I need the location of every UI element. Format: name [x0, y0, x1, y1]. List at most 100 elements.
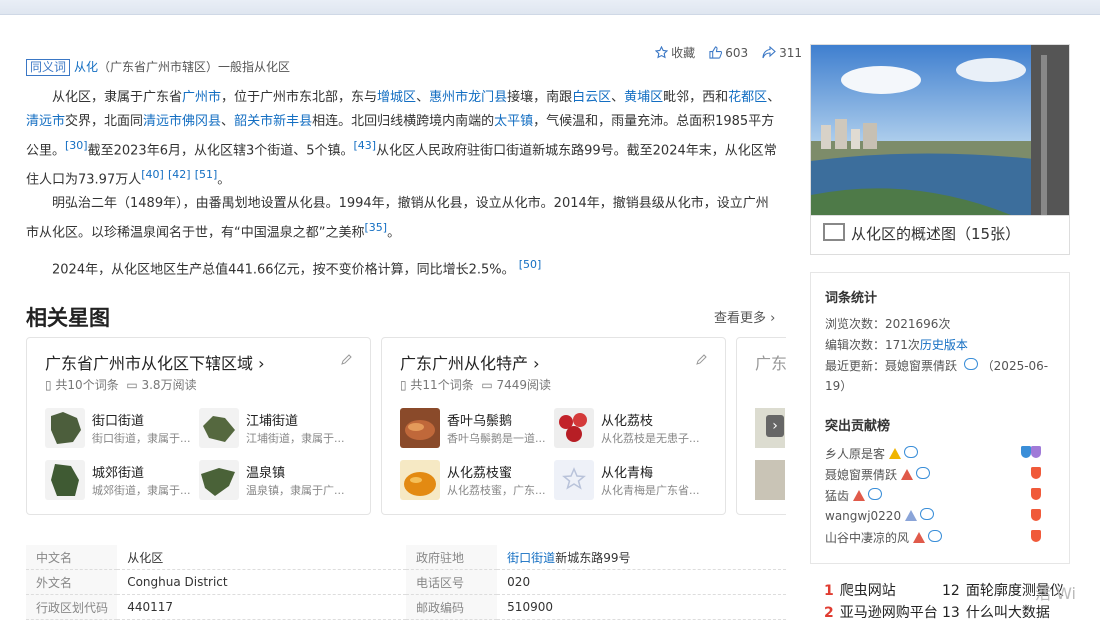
like-button[interactable]: 603 — [709, 46, 748, 60]
card-title[interactable]: 广东广州从化特产 › — [400, 350, 540, 374]
card-entry[interactable]: 从化荔枝 从化荔枝是无患子... — [554, 408, 704, 448]
card-entry[interactable]: 香叶乌鬃鹅 香叶乌鬃鹅是一道... — [400, 408, 550, 448]
hot-title: 什么叫大数据 — [965, 605, 1050, 621]
contributor-row[interactable]: 乡人原是客 — [825, 445, 1055, 462]
card-title[interactable]: 广东省广州市从化区下辖区域 › — [45, 350, 265, 374]
share-button[interactable]: 311 — [762, 45, 802, 60]
contributor-name: 山谷中凄凉的风 — [825, 531, 910, 545]
citation[interactable]: [30] — [65, 139, 88, 152]
honey-thumbnail — [400, 460, 440, 500]
info-value: 从化区 — [117, 545, 406, 570]
entry-title: 从化荔枝 — [601, 414, 654, 429]
citation[interactable]: [40] — [141, 168, 164, 181]
link-xinfeng[interactable]: 韶关市新丰县 — [234, 114, 312, 129]
entry-title: 从化荔枝蜜 — [447, 466, 513, 481]
chat-icon — [920, 508, 935, 520]
city-photo — [811, 45, 1069, 215]
card-count: 共10个词条 — [55, 378, 119, 392]
contributor-name: 乡人原是客 — [825, 447, 886, 461]
history-link[interactable]: 历史版本 — [920, 338, 968, 352]
star-map-heading: 相关星图 — [26, 306, 110, 330]
placeholder-thumbnail — [554, 460, 594, 500]
citation[interactable]: [42] — [168, 168, 191, 181]
text: 。 — [387, 225, 401, 241]
hot-item[interactable]: 1 爬虫网站 — [824, 580, 896, 600]
card-entry[interactable]: 城郊街道 城郊街道，隶属于... — [45, 460, 195, 500]
text: 、 — [416, 90, 430, 105]
card-entry[interactable]: 从化青梅 从化青梅是广东省... — [554, 460, 704, 500]
badge-icon — [1031, 488, 1041, 500]
edit-icon[interactable] — [695, 354, 707, 366]
edit-icon[interactable] — [340, 354, 352, 366]
hot-rank: 2 — [824, 605, 834, 621]
link-huadu[interactable]: 花都区 — [728, 90, 767, 105]
hot-title: 亚马逊网购平台 — [839, 605, 938, 621]
info-value: Conghua District — [117, 569, 406, 595]
like-count: 603 — [725, 45, 749, 60]
history-paragraph: 明弘治二年（1489年），由番禺划地设置从化县。1994年，撤销从化县，设立从化… — [26, 192, 781, 245]
entry-desc: 从化荔枝是无患子... — [601, 432, 700, 445]
card-title[interactable]: 广东 — [755, 350, 786, 374]
contributor-row[interactable]: wangwj0220 — [825, 508, 1055, 523]
contributor-name: 聂媳窗票倩跃 — [825, 468, 898, 482]
entry-title: 从化青梅 — [601, 466, 654, 481]
entry-desc: 城郊街道，隶属于... — [92, 484, 191, 497]
chat-icon — [928, 530, 943, 542]
map-thumbnail — [199, 460, 239, 500]
star-icon — [655, 46, 669, 59]
overview-photo[interactable] — [810, 44, 1070, 216]
photo-caption-text: 从化区的概述图（15张） — [851, 225, 1021, 243]
link-fogang[interactable]: 清远市佛冈县 — [143, 114, 221, 129]
card-entry[interactable]: 从化荔枝蜜 从化荔枝蜜，广东... — [400, 460, 550, 500]
link-taiping[interactable]: 太平镇 — [494, 114, 533, 129]
entry-stats: 词条统计 浏览次数：2021696次 编辑次数：171次历史版本 最近更新：聂媳… — [810, 272, 1070, 564]
thumbnail — [755, 460, 785, 500]
article-actions: 收藏 603 311 — [655, 44, 802, 61]
contributor-row[interactable]: 聂媳窗票倩跃 — [825, 466, 1055, 483]
link-longmen[interactable]: 惠州市龙门县 — [429, 90, 507, 105]
info-value: 440117 — [117, 594, 406, 620]
hot-item[interactable]: 13 什么叫大数据 — [942, 602, 1050, 622]
photo-caption[interactable]: 从化区的概述图（15张） — [810, 214, 1070, 255]
view-more-link[interactable]: 查看更多 › — [714, 307, 775, 326]
card-count: 共11个词条 — [410, 378, 474, 392]
citation[interactable]: [50] — [519, 258, 542, 271]
link-guangzhou[interactable]: 广州市 — [182, 90, 221, 105]
card-meta: ▯ 共11个词条 ▭ 7449阅读 — [400, 378, 552, 392]
thumbs-up-icon — [709, 45, 723, 59]
collect-button[interactable]: 收藏 — [655, 44, 695, 61]
link-qingyuan[interactable]: 清远市 — [26, 114, 65, 129]
entry-title: 江埔街道 — [246, 414, 299, 429]
hot-title: 爬虫网站 — [839, 583, 896, 599]
info-key: 行政区划代码 — [26, 594, 118, 620]
info-key: 电话区号 — [405, 569, 498, 595]
gallery-icon — [823, 223, 845, 241]
link-huangpu[interactable]: 黄埔区 — [624, 90, 663, 105]
map-thumbnail — [45, 460, 85, 500]
info-link[interactable]: 街口街道 — [507, 551, 555, 565]
share-count: 311 — [779, 45, 802, 60]
synonym-link[interactable]: 从化 — [74, 60, 98, 74]
card-entry[interactable]: 江埔街道 江埔街道，隶属于... — [199, 408, 349, 448]
next-arrow-button[interactable]: › — [766, 415, 784, 437]
star-map-card[interactable]: 广东省广州市从化区下辖区域 › ▯ 共10个词条 ▭ 3.8万阅读 街口街道 街… — [26, 337, 371, 515]
citation[interactable]: [51] — [195, 168, 218, 181]
info-key: 中文名 — [26, 545, 118, 570]
star-map-card[interactable]: 广东广州从化特产 › ▯ 共11个词条 ▭ 7449阅读 香叶乌鬃鹅 香叶乌鬃鹅… — [381, 337, 726, 515]
text: 、 — [767, 90, 781, 105]
contributor-name: wangwj0220 — [825, 509, 902, 523]
contributor-row[interactable]: 山谷中凄凉的风 — [825, 529, 1055, 546]
card-entry[interactable]: 街口街道 街口街道，隶属于... — [45, 408, 195, 448]
hot-item[interactable]: 2 亚马逊网购平台 — [824, 602, 938, 622]
badge-icon — [1031, 530, 1041, 542]
link-zengcheng[interactable]: 增城区 — [377, 90, 416, 105]
table-row: 中文名 从化区 政府驻地 街口街道新城东路99号 — [26, 545, 786, 570]
contributor-row[interactable]: 猛齿 — [825, 487, 1055, 504]
card-entry[interactable]: 温泉镇 温泉镇，隶属于广... — [199, 460, 349, 500]
card-title-text: 广东广州从化特产 — [400, 354, 529, 373]
citation[interactable]: [35] — [364, 221, 387, 234]
contrib-heading: 突出贡献榜 — [825, 419, 891, 434]
text: 、 — [611, 90, 625, 105]
citation[interactable]: [43] — [354, 139, 377, 152]
link-baiyun[interactable]: 白云区 — [572, 90, 611, 105]
